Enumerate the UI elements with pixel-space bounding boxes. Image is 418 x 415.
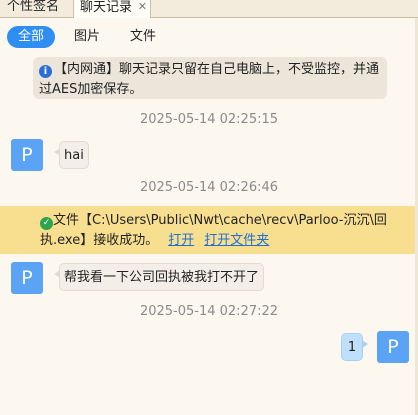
file-received-notice: ✓ 文件【C:\Users\Public\Nwt\cache\recv\Parlo… [0, 206, 418, 254]
timestamp: 2025-05-14 02:25:15 [139, 112, 279, 127]
check-circle-icon: ✓ [40, 217, 53, 230]
open-folder-link[interactable]: 打开文件夹 [204, 233, 269, 248]
tab-chat-history[interactable]: 聊天记录 ✕ [73, 0, 152, 18]
tab-bar: 个性签名 聊天记录 ✕ [0, 0, 418, 18]
filter-all-button[interactable]: 全部 [7, 26, 55, 48]
tab-signature[interactable]: 个性签名 [2, 0, 64, 17]
filter-files-button[interactable]: 文件 [128, 26, 158, 48]
message-bubble-outgoing: 1 [341, 333, 368, 361]
avatar[interactable]: P [377, 331, 409, 363]
message-bubble-incoming: 帮我看一下公司回执被我打不开了 [53, 263, 265, 291]
file-notice-line2: 执.exe】接收成功。 [40, 233, 159, 248]
timestamp: 2025-05-14 02:26:46 [139, 180, 279, 195]
file-notice-line1: 文件【C:\Users\Public\Nwt\cache\recv\Parloo… [53, 213, 387, 228]
notice-line1: 【内网通】聊天记录只留在自己电脑上，不受监控，并通 [54, 62, 380, 77]
message-bubble-incoming: hai [54, 141, 89, 169]
filter-bar: 全部 图片 文件 [0, 26, 418, 48]
close-icon[interactable]: ✕ [138, 0, 147, 17]
filter-images-button[interactable]: 图片 [72, 26, 102, 48]
notice-line2: 过AES加密保存。 [39, 82, 143, 97]
info-icon: i [39, 65, 52, 78]
avatar[interactable]: P [11, 139, 43, 171]
timestamp: 2025-05-14 02:27:22 [139, 304, 279, 319]
tab-chat-history-label: 聊天记录 [80, 0, 133, 15]
open-file-link[interactable]: 打开 [168, 233, 194, 248]
security-notice: i 【内网通】聊天记录只留在自己电脑上，不受监控，并通 过AES加密保存。 [33, 57, 387, 99]
avatar[interactable]: P [11, 262, 43, 294]
